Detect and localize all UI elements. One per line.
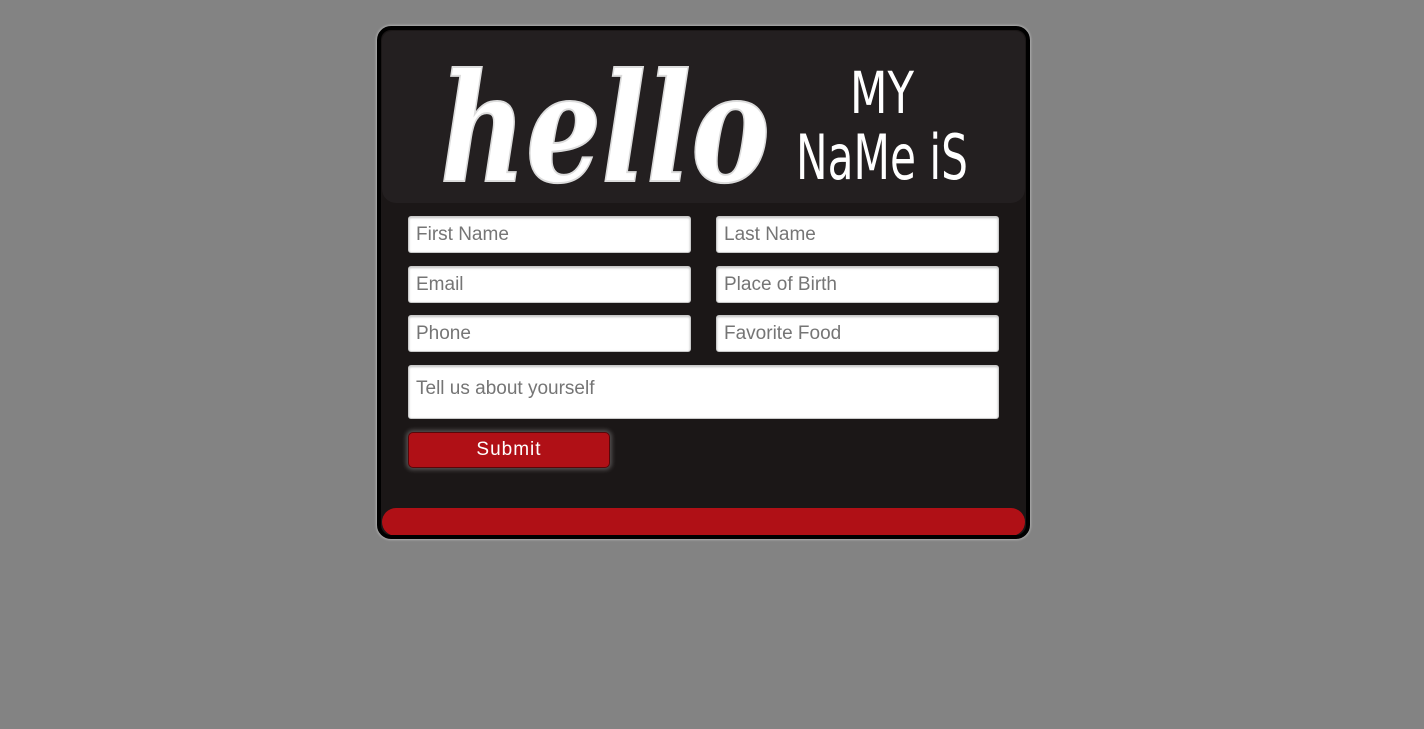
submit-button[interactable]: Submit	[408, 432, 610, 468]
hello-my-name-is-logo: hello MY NaMe iS	[439, 40, 968, 203]
first-name-input[interactable]	[408, 216, 691, 253]
email-input[interactable]	[408, 266, 691, 303]
hello-my-name-is-banner: hello MY NaMe iS	[382, 31, 1025, 203]
logo-my-text: MY	[850, 59, 914, 127]
favorite-food-input[interactable]	[716, 315, 999, 352]
last-name-input[interactable]	[716, 216, 999, 253]
name-tag-form-card: hello MY NaMe iS Submit	[377, 26, 1030, 539]
footer-accent-bar	[382, 508, 1025, 535]
logo-hello-text: hello	[440, 41, 770, 203]
logo-name-is-text: NaMe iS	[796, 121, 968, 194]
about-yourself-textarea[interactable]	[408, 365, 999, 419]
place-of-birth-input[interactable]	[716, 266, 999, 303]
phone-input[interactable]	[408, 315, 691, 352]
